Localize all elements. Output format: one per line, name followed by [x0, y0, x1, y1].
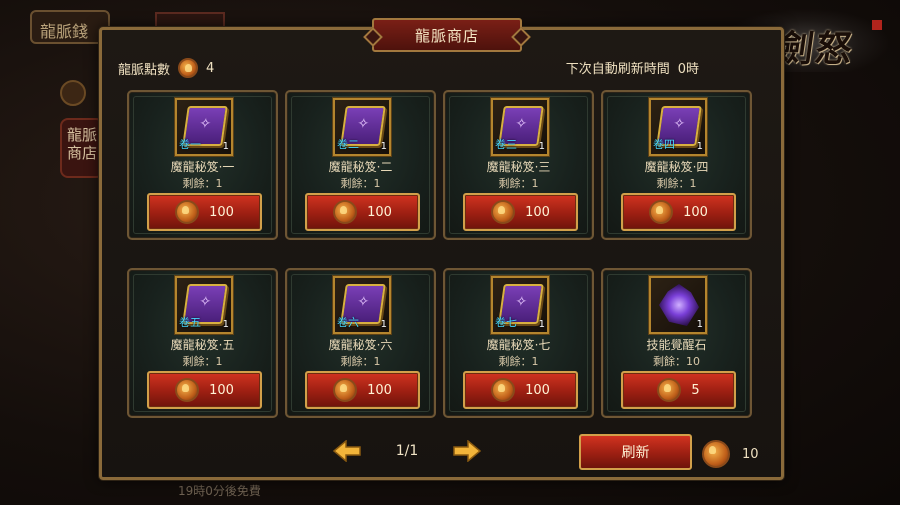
- auto-refresh-time: 下次自動刷新時間 0時: [566, 58, 699, 77]
- shop-item-card: 卷四 1 魔龍秘笈·四 剩餘：1 100: [601, 90, 752, 240]
- refresh-time-value: 0時: [677, 62, 699, 77]
- item-icon-frame[interactable]: 卷二 1: [333, 98, 391, 156]
- item-icon-frame[interactable]: 卷三 1: [491, 98, 549, 156]
- buy-price: 100: [525, 204, 550, 220]
- item-quantity: 1: [380, 319, 387, 330]
- item-icon-frame[interactable]: 卷四 1: [649, 98, 707, 156]
- item-name: 魔龍秘笈·三: [486, 160, 551, 174]
- volume-badge: 卷四: [653, 138, 675, 151]
- background-store-label: 龍脈商店: [60, 118, 104, 178]
- prev-page-arrow-icon[interactable]: [332, 440, 362, 462]
- buy-price: 5: [691, 382, 700, 398]
- buy-price: 100: [367, 204, 392, 220]
- item-name: 魔龍秘笈·四: [644, 160, 709, 174]
- buy-price: 100: [525, 382, 550, 398]
- item-name: 魔龍秘笈·一: [170, 160, 235, 174]
- item-quantity: 1: [538, 141, 545, 152]
- item-icon-frame[interactable]: 卷一 1: [175, 98, 233, 156]
- item-name: 魔龍秘笈·七: [486, 338, 551, 352]
- item-name: 技能覺醒石: [646, 338, 707, 352]
- item-remaining: 剩餘：1: [182, 177, 223, 190]
- shop-item-card: 卷六 1 魔龍秘笈·六 剩餘：1 100: [285, 268, 436, 418]
- points-value: 4: [206, 60, 215, 76]
- volume-badge: 卷二: [337, 138, 359, 151]
- dragon-vein-shop-panel: 龍脈商店 龍脈點數 4 下次自動刷新時間 0時 卷一 1 魔龍秘笈·一 剩餘：1…: [99, 18, 784, 480]
- dragon-coin-icon: [178, 58, 199, 78]
- item-icon-frame[interactable]: 卷六 1: [333, 276, 391, 334]
- refresh-cost: 10: [702, 440, 759, 468]
- volume-badge: 卷五: [179, 316, 201, 329]
- dragon-coin-icon: [702, 440, 730, 468]
- item-quantity: 1: [222, 141, 229, 152]
- dragon-coin-icon: [333, 200, 358, 224]
- dragon-coin-icon: [657, 378, 682, 402]
- item-remaining: 剩餘：1: [340, 355, 381, 368]
- buy-button[interactable]: 100: [463, 371, 578, 409]
- refresh-cost-value: 10: [742, 446, 759, 462]
- dragon-coin-icon: [175, 200, 200, 224]
- item-remaining: 剩餘：1: [656, 177, 697, 190]
- item-name: 魔龍秘笈·五: [170, 338, 235, 352]
- buy-price: 100: [209, 204, 234, 220]
- buy-button[interactable]: 5: [621, 371, 736, 409]
- shop-item-card: 卷七 1 魔龍秘笈·七 剩餘：1 100: [443, 268, 594, 418]
- item-name: 魔龍秘笈·二: [328, 160, 393, 174]
- refresh-time-label: 下次自動刷新時間: [565, 62, 670, 77]
- buy-price: 100: [367, 382, 392, 398]
- dragon-coin-icon: [491, 378, 516, 402]
- buy-button[interactable]: 100: [305, 371, 420, 409]
- item-remaining: 剩餘：1: [498, 177, 539, 190]
- logo-seal-icon: [872, 20, 882, 30]
- shop-item-card: 卷一 1 魔龍秘笈·一 剩餘：1 100: [127, 90, 278, 240]
- item-remaining: 剩餘：1: [182, 355, 223, 368]
- buy-price: 100: [209, 382, 234, 398]
- item-quantity: 1: [538, 319, 545, 330]
- item-icon-frame[interactable]: 卷五 1: [175, 276, 233, 334]
- background-coin-icon: [60, 80, 86, 106]
- buy-button[interactable]: 100: [305, 193, 420, 231]
- buy-button[interactable]: 100: [147, 193, 262, 231]
- panel-title: 龍脈商店: [372, 18, 522, 52]
- volume-badge: 卷一: [179, 138, 201, 151]
- next-page-arrow-icon[interactable]: [452, 440, 482, 462]
- dragon-coin-icon: [649, 200, 674, 224]
- item-icon-frame[interactable]: 1: [649, 276, 707, 334]
- refresh-button[interactable]: 刷新: [579, 434, 692, 470]
- pager: 1/1: [332, 440, 482, 462]
- item-remaining: 剩餘：1: [340, 177, 381, 190]
- item-remaining: 剩餘：10: [653, 355, 700, 368]
- shop-item-card: 1 技能覺醒石 剩餘：10 5: [601, 268, 752, 418]
- points-display: 龍脈點數 4: [118, 58, 214, 78]
- buy-button[interactable]: 100: [621, 193, 736, 231]
- item-quantity: 1: [222, 319, 229, 330]
- buy-button[interactable]: 100: [463, 193, 578, 231]
- buy-price: 100: [683, 204, 708, 220]
- item-quantity: 1: [380, 141, 387, 152]
- page-indicator: 1/1: [395, 443, 419, 459]
- dragon-coin-icon: [175, 378, 200, 402]
- shop-item-card: 卷五 1 魔龍秘笈·五 剩餘：1 100: [127, 268, 278, 418]
- item-quantity: 1: [696, 141, 703, 152]
- item-remaining: 剩餘：1: [498, 355, 539, 368]
- buy-button[interactable]: 100: [147, 371, 262, 409]
- item-quantity: 1: [696, 319, 703, 330]
- dragon-coin-icon: [491, 200, 516, 224]
- item-icon-frame[interactable]: 卷七 1: [491, 276, 549, 334]
- item-name: 魔龍秘笈·六: [328, 338, 393, 352]
- background-free-timer: 19時0分後免費: [178, 484, 261, 498]
- volume-badge: 卷三: [495, 138, 517, 151]
- background-tab: 龍脈錢: [30, 10, 110, 44]
- shop-item-grid: 卷一 1 魔龍秘笈·一 剩餘：1 100 卷二 1 魔龍秘笈·二 剩餘：1 10…: [127, 90, 759, 418]
- dragon-coin-icon: [333, 378, 358, 402]
- volume-badge: 卷六: [337, 316, 359, 329]
- shop-item-card: 卷二 1 魔龍秘笈·二 剩餘：1 100: [285, 90, 436, 240]
- volume-badge: 卷七: [495, 316, 517, 329]
- purple-crystal-icon: [659, 284, 699, 326]
- points-label: 龍脈點數: [118, 62, 171, 78]
- shop-item-card: 卷三 1 魔龍秘笈·三 剩餘：1 100: [443, 90, 594, 240]
